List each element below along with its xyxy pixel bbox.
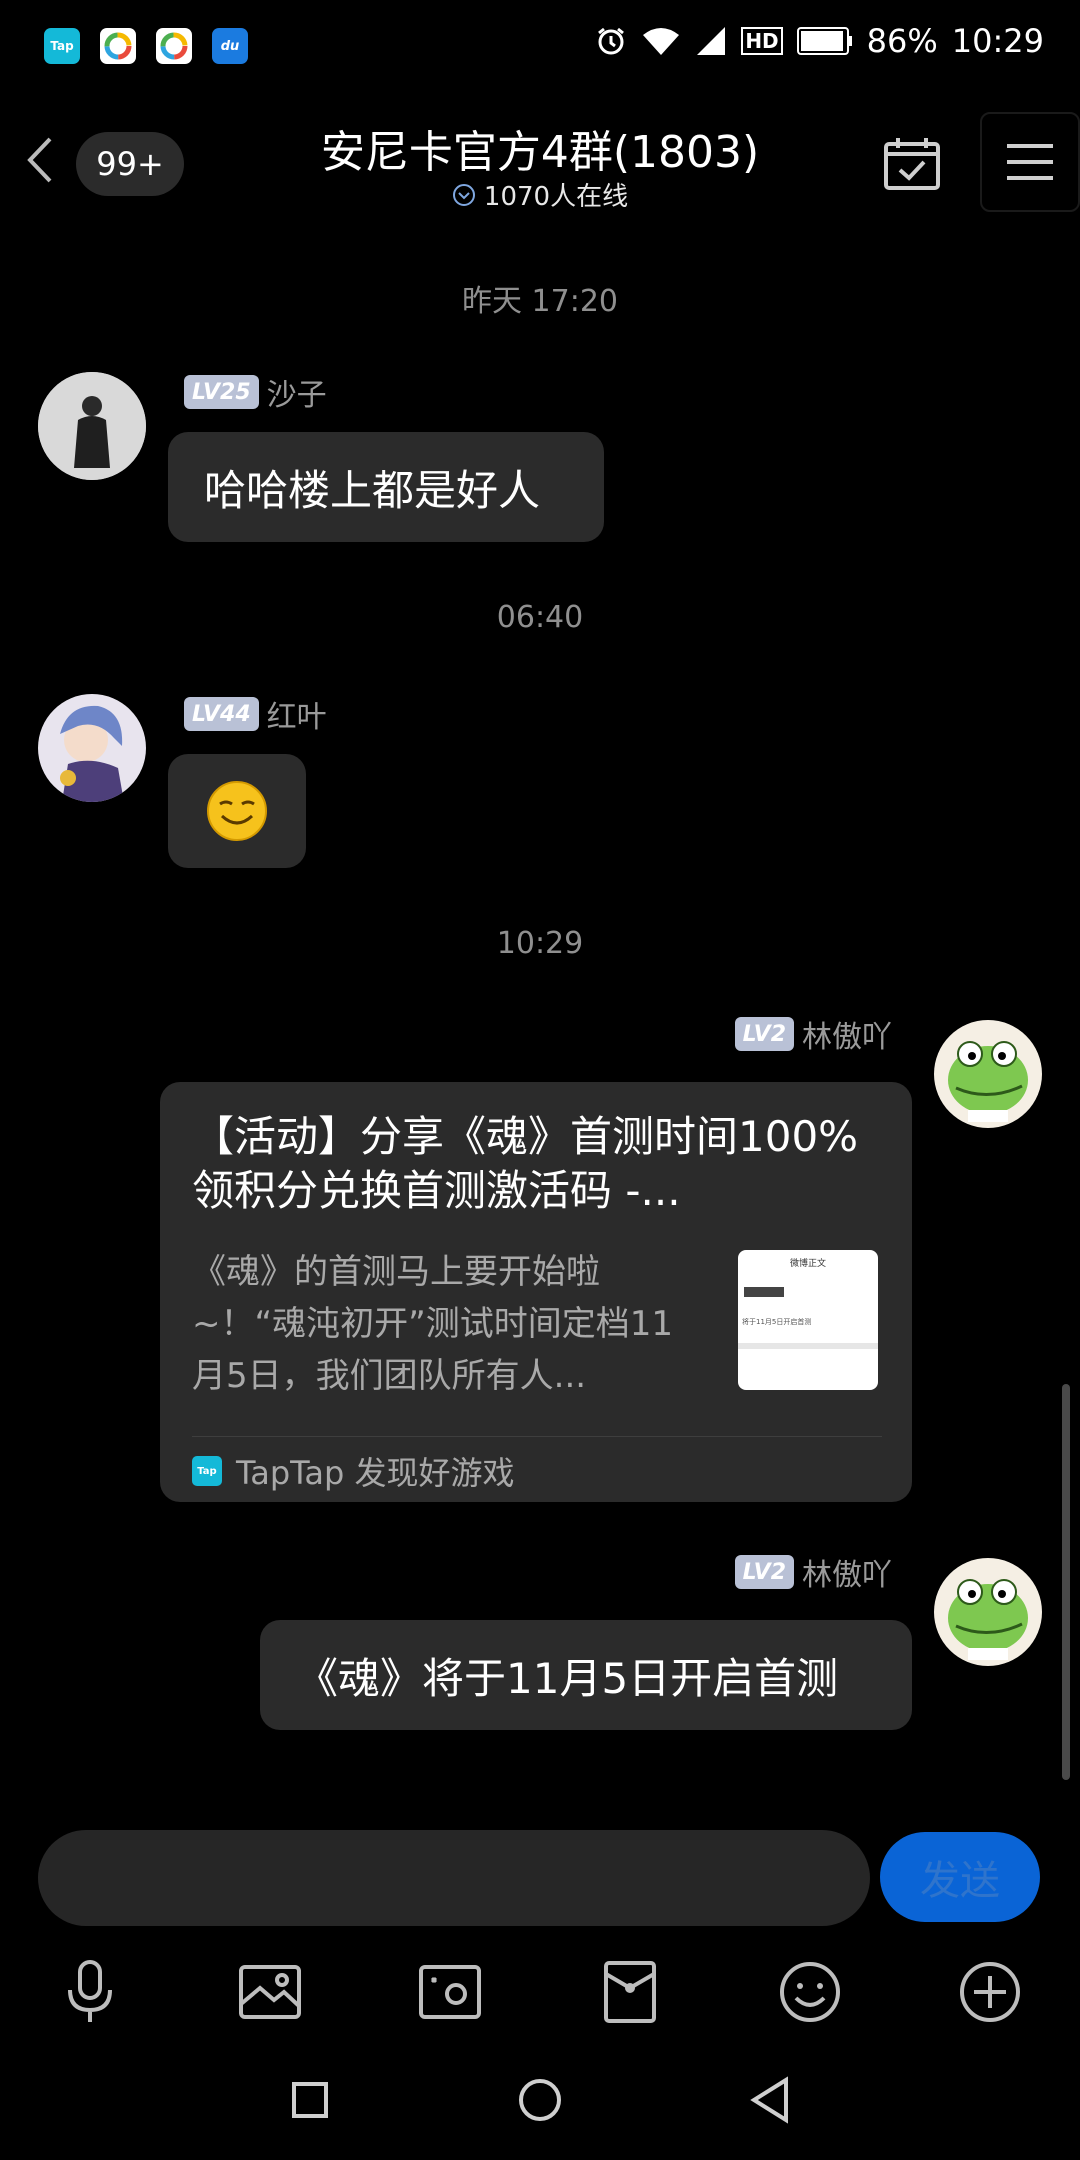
more-button[interactable] xyxy=(950,1952,1030,2032)
system-nav-bar xyxy=(0,2040,1080,2160)
image-button[interactable] xyxy=(230,1952,310,2032)
microphone-icon xyxy=(68,1960,112,2022)
image-icon xyxy=(239,1965,301,2019)
crocodile-avatar-icon xyxy=(934,1020,1042,1128)
status-indicators: HD 86% 10:29 xyxy=(595,22,1044,60)
status-app-icons: Tap du xyxy=(44,28,248,64)
plus-circle-icon xyxy=(960,1962,1020,2022)
avatar[interactable] xyxy=(934,1558,1042,1666)
back-nav-button[interactable] xyxy=(740,2070,800,2130)
avatar[interactable] xyxy=(38,694,146,802)
photo-app-icon-2 xyxy=(156,28,192,64)
card-source-label: TapTap 发现好游戏 xyxy=(236,1454,515,1492)
calendar-check-icon xyxy=(884,138,940,190)
card-source: Tap TapTap 发现好游戏 xyxy=(192,1446,515,1496)
camera-icon xyxy=(419,1965,481,2019)
smiley-icon xyxy=(780,1962,840,2022)
voice-button[interactable] xyxy=(50,1952,130,2032)
hamburger-menu-icon xyxy=(1007,144,1053,180)
circle-icon xyxy=(519,2079,561,2121)
thumbnail-text: 将于11月5日开启首测 xyxy=(742,1318,812,1326)
smile-emoji-icon xyxy=(207,781,267,841)
message-list[interactable]: 昨天 17:20 LV25 沙子 哈哈楼上都是好人 06:40 LV44 红叶 … xyxy=(0,246,1080,1776)
card-divider xyxy=(192,1436,882,1437)
square-icon xyxy=(292,2082,328,2118)
sender-name: 沙子 xyxy=(266,378,327,413)
battery-icon xyxy=(796,26,853,56)
taptap-app-icon: Tap xyxy=(44,28,80,64)
sender-info: LV44 红叶 xyxy=(184,692,327,736)
taptap-logo-icon: Tap xyxy=(192,1456,222,1486)
crocodile-avatar-icon xyxy=(934,1558,1042,1666)
thumbnail-line xyxy=(744,1287,784,1297)
compose-row: 发送 xyxy=(0,1810,1080,1940)
message-text: 哈哈楼上都是好人 xyxy=(204,465,541,515)
sender-info: LV2 林傲吖 xyxy=(734,1550,892,1594)
checkin-calendar-button[interactable] xyxy=(880,132,944,196)
triangle-back-icon xyxy=(750,2076,788,2124)
wifi-icon xyxy=(641,25,681,57)
chevron-down-circle-icon xyxy=(452,183,475,206)
message-bubble[interactable]: 哈哈楼上都是好人 xyxy=(168,432,604,542)
camera-button[interactable] xyxy=(410,1952,490,2032)
sender-info: LV25 沙子 xyxy=(184,370,327,414)
hd-icon: HD xyxy=(741,27,783,55)
message-timestamp: 10:29 xyxy=(496,926,584,961)
du-app-icon: du xyxy=(212,28,248,64)
sender-name: 红叶 xyxy=(266,700,327,735)
message-timestamp: 昨天 17:20 xyxy=(462,284,618,319)
sender-name: 林傲吖 xyxy=(802,1020,892,1055)
chat-scrollbar[interactable] xyxy=(1062,1384,1070,1780)
card-title: 【活动】分享《魂》首测时间100%领积分兑换首测激活码 -... xyxy=(192,1112,859,1215)
status-bar: Tap du HD 86% 10:29 xyxy=(0,0,1080,96)
level-badge: LV44 xyxy=(184,697,259,731)
compose-toolbar xyxy=(0,1940,1080,2040)
avatar[interactable] xyxy=(38,372,146,480)
message-input[interactable] xyxy=(38,1830,870,1926)
recents-button[interactable] xyxy=(280,2070,340,2130)
photo-app-icon xyxy=(100,28,136,64)
home-button[interactable] xyxy=(510,2070,570,2130)
level-badge: LV25 xyxy=(184,375,259,409)
level-badge: LV2 xyxy=(734,1555,794,1589)
online-count-label: 1070人在线 xyxy=(483,182,629,212)
card-thumbnail: 微博正文 将于11月5日开启首测 xyxy=(738,1250,878,1390)
clock: 10:29 xyxy=(951,22,1044,60)
redpacket-button[interactable] xyxy=(590,1952,670,2032)
sender-name: 林傲吖 xyxy=(802,1558,892,1593)
alarm-icon xyxy=(595,25,627,57)
message-bubble[interactable]: 《魂》将于11月5日开启首测 xyxy=(260,1620,912,1730)
thumbnail-footer xyxy=(738,1343,878,1349)
thumbnail-heading: 微博正文 xyxy=(789,1259,826,1269)
card-description: 《魂》的首测马上要开始啦~！“魂沌初开”测试时间定档11月5日，我们团队所有人.… xyxy=(192,1252,673,1396)
message-timestamp: 06:40 xyxy=(496,600,584,635)
link-card[interactable]: 【活动】分享《魂》首测时间100%领积分兑换首测激活码 -... 《魂》的首测马… xyxy=(160,1082,912,1502)
signal-icon xyxy=(695,25,727,57)
chat-header: 99+ 安尼卡官方4群(1803) 1070人在线 xyxy=(0,96,1080,246)
battery-percent: 86% xyxy=(866,22,938,60)
send-button[interactable]: 发送 xyxy=(880,1832,1040,1922)
message-bubble[interactable] xyxy=(168,754,306,868)
menu-button[interactable] xyxy=(980,112,1080,212)
emoji-button[interactable] xyxy=(770,1952,850,2032)
level-badge: LV2 xyxy=(734,1017,794,1051)
red-packet-icon xyxy=(604,1961,656,2023)
avatar[interactable] xyxy=(934,1020,1042,1128)
message-text: 《魂》将于11月5日开启首测 xyxy=(296,1653,839,1703)
sender-info: LV2 林傲吖 xyxy=(734,1012,892,1056)
